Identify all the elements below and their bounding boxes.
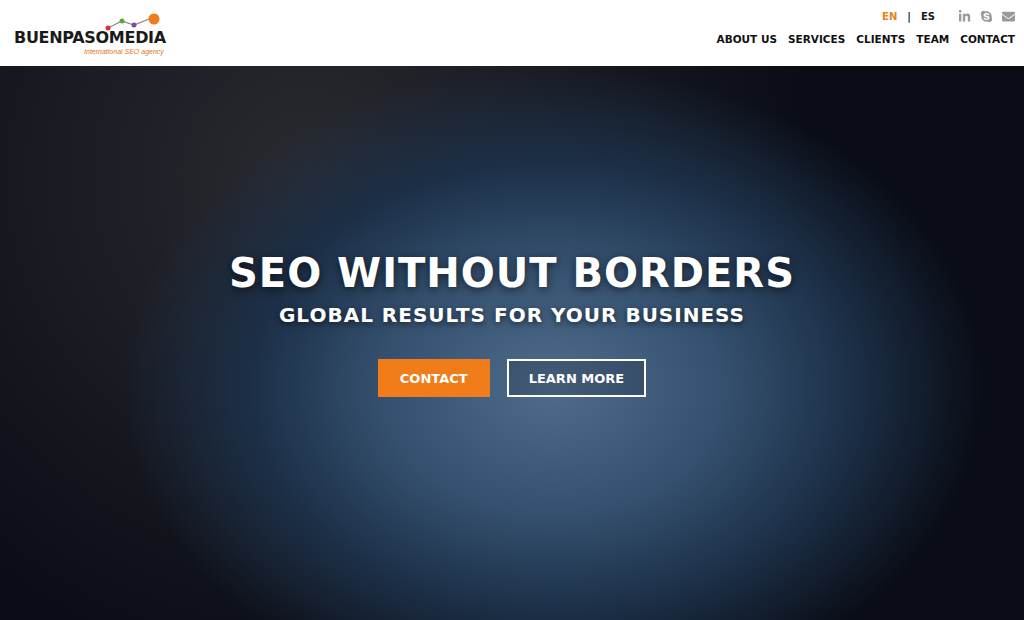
social-icons	[957, 9, 1015, 23]
header-right: EN | ES ABOUT US SERVICES CLIENTS TEAM CONTACT	[717, 0, 1015, 66]
page: BUENPASOMEDIAInternational SEO agency EN |…	[0, 0, 1024, 620]
nav-item[interactable]: CONTACT	[960, 33, 1015, 45]
language-separator: |	[907, 11, 911, 22]
nav-item[interactable]: TEAM	[916, 33, 949, 45]
hero-subtitle: GLOBAL RESULTS FOR YOUR BUSINESS	[279, 303, 745, 327]
hero-title: SEO WITHOUT BORDERS	[229, 249, 795, 297]
language-link[interactable]: ES	[921, 11, 935, 22]
logo[interactable]: BUENPASOMEDIAInternational SEO agency	[14, 0, 166, 66]
language-link[interactable]: EN	[882, 11, 897, 22]
nav-item[interactable]: ABOUT US	[717, 33, 778, 45]
linkedin-icon[interactable]	[957, 9, 971, 23]
main-nav: ABOUT US SERVICES CLIENTS TEAM CONTACT	[717, 33, 1015, 45]
header: BUENPASOMEDIAInternational SEO agency EN |…	[0, 0, 1024, 66]
mail-icon[interactable]	[1001, 9, 1015, 23]
top-row: EN | ES	[882, 9, 1015, 23]
learn-more-button[interactable]: LEARN MORE	[507, 359, 647, 397]
logo-tagline: International SEO agency	[84, 47, 164, 56]
nav-item[interactable]: CLIENTS	[856, 33, 905, 45]
hero-buttons: CONTACT LEARN MORE	[378, 359, 646, 397]
logo-name: BUENPASOMEDIA	[14, 29, 166, 47]
contact-button[interactable]: CONTACT	[378, 359, 490, 397]
nav-item[interactable]: SERVICES	[788, 33, 845, 45]
skype-icon[interactable]	[979, 9, 993, 23]
hero: SEO WITHOUT BORDERS GLOBAL RESULTS FOR YO…	[0, 66, 1024, 620]
